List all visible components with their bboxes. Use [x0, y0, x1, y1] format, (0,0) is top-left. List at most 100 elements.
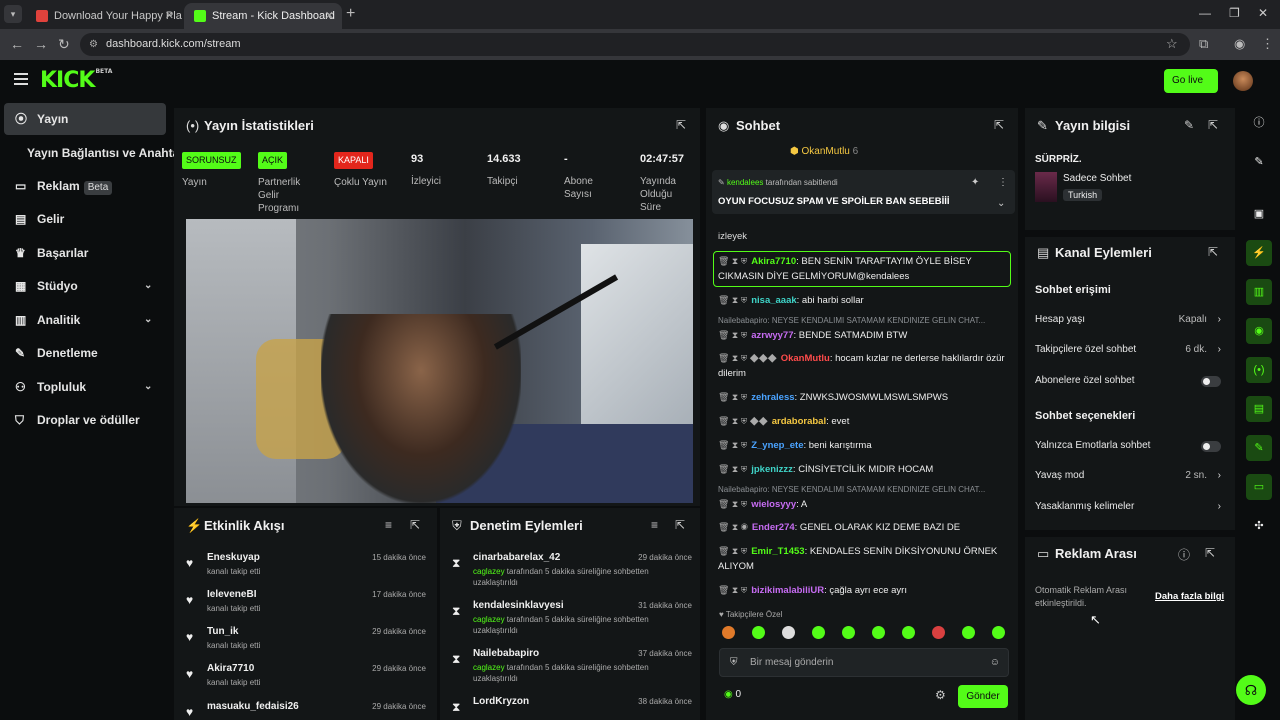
edit-icon[interactable]: ✎ [1184, 118, 1194, 132]
close-tab-icon[interactable]: ✕ [325, 3, 334, 29]
help-headset-icon[interactable]: ☊ [1236, 675, 1266, 705]
chat-message[interactable]: 🗑 ⧗ ⛨ Z_ynep_ete: beni karıştırma [718, 438, 1012, 453]
sidebar-item-denetleme[interactable]: ✎ Denetleme [4, 337, 166, 369]
minimize-icon[interactable]: — [1199, 6, 1211, 20]
emote-only-toggle[interactable] [1201, 441, 1221, 452]
kick-logo[interactable]: KICKBETA [40, 68, 112, 93]
close-tab-icon[interactable]: ✕ [165, 3, 174, 29]
chat-username[interactable]: azrwyy77 [751, 330, 793, 341]
activity-user[interactable]: IeleveneBI [207, 589, 256, 600]
forward-icon[interactable]: → [34, 36, 48, 52]
top-gifter[interactable]: ⬢ OkanMutlu 6 [790, 146, 858, 157]
info-icon[interactable]: ⓘ [1246, 110, 1272, 136]
popout-icon[interactable]: ⇱ [676, 118, 686, 132]
emote-icon[interactable] [962, 626, 975, 639]
chat-username[interactable]: ardaborabal [772, 416, 826, 427]
banned-words-row[interactable]: Yasaklanmış kelimeler › [1035, 499, 1225, 515]
chat-username[interactable]: zehraless [751, 392, 794, 403]
chat-username[interactable]: OkanMutlu [781, 353, 830, 364]
reload-icon[interactable]: ↻ [58, 36, 70, 53]
stream-preview-video[interactable] [186, 219, 693, 503]
menu-icon[interactable]: ⋮ [1261, 36, 1274, 52]
chat-message[interactable]: 🗑 ⧗ ⛨ Emir_T1453: KENDALES SENİN DİKSİYON… [718, 544, 1012, 574]
site-info-icon[interactable]: ⚙ [89, 33, 98, 56]
broadcast-icon[interactable]: (•) [1246, 357, 1272, 383]
emote-icon[interactable] [872, 626, 885, 639]
chat-settings-icon[interactable]: ⚙ [935, 688, 946, 702]
bookmark-star-icon[interactable]: ☆ [1166, 36, 1178, 52]
chat-message[interactable]: 🗑 ⧗ ⛨ ◆◆◆ OkanMutlu: hocam kızlar ne derl… [718, 351, 1012, 381]
learn-more-link[interactable]: Daha fazla bilgi [1155, 591, 1224, 602]
pinned-message[interactable]: ✎ kendalees tarafından sabitlendi OYUN F… [712, 170, 1015, 214]
activity-user[interactable]: Tun_ik [207, 626, 238, 637]
activity-user[interactable]: Eneskuyap [207, 552, 260, 563]
chat-username[interactable]: jpkenizzz [751, 464, 793, 475]
close-window-icon[interactable]: ✕ [1258, 6, 1268, 20]
popout-icon[interactable]: ⇱ [1205, 546, 1215, 560]
sidebar-item-reklam[interactable]: ▭ Reklam Beta [4, 170, 166, 202]
server-icon[interactable]: ▤ [1246, 396, 1272, 422]
popout-icon[interactable]: ⇱ [675, 518, 685, 532]
emote-icon[interactable] [812, 626, 825, 639]
emote-icon[interactable] [842, 626, 855, 639]
popout-icon[interactable]: ⇱ [1208, 245, 1218, 259]
stream-category[interactable]: Sadece Sohbet [1063, 173, 1131, 184]
chat-input[interactable]: ⛨ Bir mesaj gönderin ☺ [719, 648, 1009, 677]
emote-icon[interactable] [782, 626, 795, 639]
mod-target-user[interactable]: LordKryzon [473, 696, 529, 707]
chat-message[interactable]: 🗑 ⧗ ⛨ Akira7710: BEN SENİN TARAFTAYIM ÖYL… [713, 251, 1011, 287]
tab-search-icon[interactable]: ▾ [4, 5, 22, 23]
wrench-icon[interactable]: ✎ [1246, 435, 1272, 461]
emote-icon[interactable] [752, 626, 765, 639]
screenshot-icon[interactable]: ▣ [1246, 201, 1272, 227]
popout-icon[interactable]: ⇱ [410, 518, 420, 532]
mod-target-user[interactable]: cinarbabarelax_42 [473, 552, 560, 563]
go-live-button[interactable]: Go live [1164, 69, 1218, 93]
sidebar-item-droplar[interactable]: ⛉ Droplar ve ödüller [4, 404, 166, 436]
chat-username[interactable]: Ender274 [752, 522, 795, 533]
user-avatar[interactable] [1233, 71, 1253, 91]
sidebar-item-gelir[interactable]: ▤ Gelir [4, 203, 166, 235]
popout-icon[interactable]: ⇱ [1208, 118, 1218, 132]
emote-icon[interactable] [722, 626, 735, 639]
chat-message[interactable]: 🗑 ⧗ ⛨ nisa_aaak: abi harbi sollar [718, 293, 1012, 308]
chat-message[interactable]: 🗑 ⧗ ⛨ zehraless: ZNWKSJWOSMWLMSWLSMPWS [718, 390, 1012, 405]
chat-message[interactable]: 🗑 ⧗ ⛨ ◆◆ ardaborabal: evet [718, 414, 1012, 429]
emote-icon[interactable] [902, 626, 915, 639]
account-age-row[interactable]: Hesap yaşı Kapalı › [1035, 312, 1225, 328]
chevron-down-icon[interactable]: ⌄ [997, 198, 1005, 209]
filter-icon[interactable]: ≡ [651, 518, 658, 532]
sidebar-item-topluluk[interactable]: ⚇ Topluluk ⌄ [4, 371, 166, 403]
sidebar-item-yayin[interactable]: ⦿ Yayın [4, 103, 166, 135]
chat-message[interactable]: 🗑 ⧗ ⛨ azrwyy77: BENDE SATMADIM BTW [718, 328, 1012, 343]
note-icon[interactable]: ▥ [1246, 279, 1272, 305]
info-icon[interactable]: ⓘ [1178, 546, 1190, 563]
emote-icon[interactable] [992, 626, 1005, 639]
browser-tab-2[interactable]: Stream - Kick Dashboard ✕ [184, 3, 342, 29]
activity-user[interactable]: Akira7710 [207, 663, 254, 674]
sidebar-item-basarilar[interactable]: ♛ Başarılar [4, 237, 166, 269]
chat-username[interactable]: Emir_T1453 [751, 546, 804, 557]
popout-icon[interactable]: ⇱ [994, 118, 1004, 132]
sidebar-item-analitik[interactable]: ▥ Analitik ⌄ [4, 304, 166, 336]
new-tab-icon[interactable]: + [346, 5, 355, 23]
subscribers-only-toggle[interactable] [1201, 376, 1221, 387]
chat-username[interactable]: nisa_aaak [751, 295, 796, 306]
category-thumbnail[interactable] [1035, 172, 1057, 202]
browser-tab-1[interactable]: Download Your Happy Place by✕ [26, 3, 182, 29]
chat-username[interactable]: Akira7710 [751, 256, 796, 267]
chat-message[interactable]: 🗑 ⧗ ⛨ jpkenizzz: CİNSİYETCİLİK MIDIR HOCA… [718, 462, 1012, 477]
slow-mode-row[interactable]: Yavaş mod 2 sn. › [1035, 468, 1225, 484]
activity-user[interactable]: masuaku_fedaisi26 [207, 701, 299, 712]
emote-icon[interactable] [932, 626, 945, 639]
back-icon[interactable]: ← [10, 36, 24, 52]
apps-icon[interactable]: ✣ [1246, 513, 1272, 539]
sidebar-item-studyo[interactable]: ▦ Stüdyo ⌄ [4, 270, 166, 302]
sidebar-item-stream-key[interactable]: Yayın Bağlantısı ve Anahtarı [4, 137, 187, 169]
extensions-icon[interactable]: ⧉ [1199, 36, 1208, 52]
chat-username[interactable]: wielosyyy [751, 499, 796, 510]
ad-icon[interactable]: ▭ [1246, 474, 1272, 500]
mod-target-user[interactable]: kendalesinklavyesi [473, 600, 564, 611]
chat-username[interactable]: Z_ynep_ete [751, 440, 803, 451]
lightning-icon[interactable]: ⚡ [1246, 240, 1272, 266]
